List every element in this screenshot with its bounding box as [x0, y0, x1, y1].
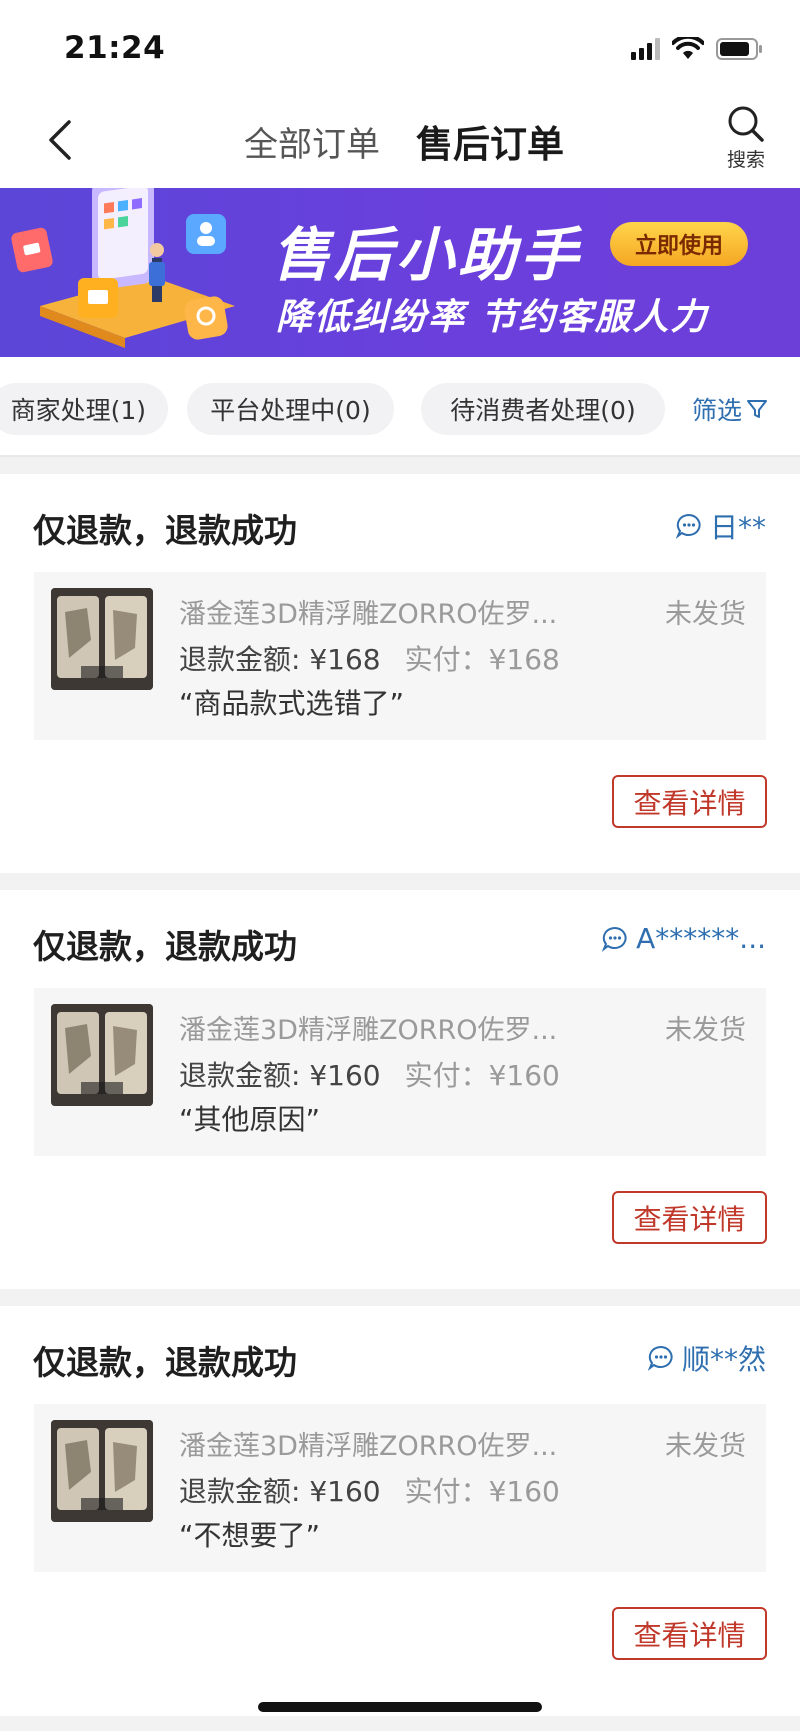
search-icon — [728, 106, 764, 142]
buyer-chat[interactable]: 顺**然 — [647, 1338, 766, 1378]
order-card: 仅退款，退款成功 日** 潘金莲3D精浮雕ZORRO佐罗... 未发货 退款金额… — [0, 474, 800, 873]
product-name: 潘金莲3D精浮雕ZORRO佐罗... — [179, 1431, 558, 1462]
shipping-status: 未发货 — [665, 599, 746, 630]
tab-after-sale-orders[interactable]: 售后订单 — [416, 114, 564, 168]
order-item[interactable]: 潘金莲3D精浮雕ZORRO佐罗... 未发货 退款金额: ¥160 实付：¥160… — [34, 988, 766, 1156]
chat-bubble-icon — [675, 513, 701, 539]
banner-subtitle: 降低纠纷率 节约客服人力 — [276, 297, 709, 338]
signal-icon — [631, 38, 660, 60]
refund-amount: 退款金额: ¥160 — [179, 1475, 381, 1508]
home-indicator[interactable] — [258, 1702, 542, 1712]
buyer-name: 日** — [709, 511, 766, 544]
paid-amount: 实付：¥160 — [404, 1475, 560, 1508]
order-card: 仅退款，退款成功 顺**然 潘金莲3D精浮雕ZORRO佐罗... 未发货 退款金… — [0, 1306, 800, 1716]
chat-bubble-icon — [602, 926, 627, 952]
chip-merchant-processing[interactable]: 商家处理(1) — [0, 383, 168, 435]
back-button[interactable] — [38, 115, 82, 165]
view-details-button[interactable]: 查看详情 — [612, 775, 767, 828]
buyer-name: 顺**然 — [681, 1343, 766, 1376]
battery-icon — [716, 38, 762, 60]
filter-label: 筛选 — [692, 396, 743, 425]
chip-platform-processing[interactable]: 平台处理中(0) — [187, 383, 394, 435]
search-button[interactable]: 搜索 — [720, 105, 772, 172]
wifi-icon — [672, 37, 704, 59]
refund-line: 退款金额: ¥160 实付：¥160 — [179, 1470, 560, 1510]
status-time: 21:24 — [64, 30, 166, 66]
paid-amount: 实付：¥168 — [404, 643, 560, 676]
banner-use-now-button[interactable]: 立即使用 — [610, 222, 748, 266]
filter-button[interactable]: 筛选 — [692, 391, 768, 427]
status-icons — [631, 34, 764, 64]
order-item[interactable]: 潘金莲3D精浮雕ZORRO佐罗... 未发货 退款金额: ¥160 实付：¥160… — [34, 1404, 766, 1572]
refund-reason: “商品款式选错了” — [179, 687, 405, 720]
refund-line: 退款金额: ¥168 实付：¥168 — [179, 638, 560, 678]
shipping-status: 未发货 — [665, 1015, 746, 1046]
buyer-name: A******... — [636, 922, 766, 955]
product-thumbnail — [51, 1004, 153, 1106]
refund-status: 仅退款，退款成功 — [33, 927, 297, 966]
tab-all-orders[interactable]: 全部订单 — [244, 117, 380, 166]
status-bar: 21:24 — [0, 0, 800, 95]
order-item[interactable]: 潘金莲3D精浮雕ZORRO佐罗... 未发货 退款金额: ¥168 实付：¥168… — [34, 572, 766, 740]
filter-bar: 商家处理(1) 平台处理中(0) 待消费者处理(0) 筛选 — [0, 357, 800, 457]
refund-amount: 退款金额: ¥168 — [179, 643, 381, 676]
refund-line: 退款金额: ¥160 实付：¥160 — [179, 1054, 560, 1094]
buyer-chat[interactable]: 日** — [675, 506, 766, 546]
refund-status: 仅退款，退款成功 — [33, 511, 297, 550]
after-sale-assistant-banner[interactable]: 售后小助手 立即使用 降低纠纷率 节约客服人力 — [0, 188, 800, 357]
search-label: 搜索 — [726, 149, 765, 171]
product-name: 潘金莲3D精浮雕ZORRO佐罗... — [179, 599, 558, 630]
order-card: 仅退款，退款成功 A******... 潘金莲3D精浮雕ZORRO佐罗... 未… — [0, 890, 800, 1289]
chip-consumer-pending[interactable]: 待消费者处理(0) — [421, 383, 665, 435]
filter-funnel-icon — [747, 400, 768, 418]
back-chevron-icon — [49, 120, 71, 160]
refund-amount: 退款金额: ¥160 — [179, 1059, 381, 1092]
buyer-chat[interactable]: A******... — [602, 922, 766, 955]
product-thumbnail — [51, 1420, 153, 1522]
view-details-button[interactable]: 查看详情 — [612, 1191, 767, 1244]
view-details-button[interactable]: 查看详情 — [612, 1607, 767, 1660]
shipping-status: 未发货 — [665, 1431, 746, 1462]
banner-illustration — [11, 188, 235, 348]
refund-status: 仅退款，退款成功 — [33, 1343, 297, 1382]
product-thumbnail — [51, 588, 153, 690]
top-nav: 全部订单 售后订单 搜索 — [0, 95, 800, 188]
refund-reason: “不想要了” — [179, 1519, 321, 1552]
chat-bubble-icon — [647, 1345, 673, 1371]
banner-title: 售后小助手 — [272, 221, 583, 289]
refund-reason: “其他原因” — [179, 1103, 321, 1136]
product-name: 潘金莲3D精浮雕ZORRO佐罗... — [179, 1015, 558, 1046]
paid-amount: 实付：¥160 — [404, 1059, 560, 1092]
